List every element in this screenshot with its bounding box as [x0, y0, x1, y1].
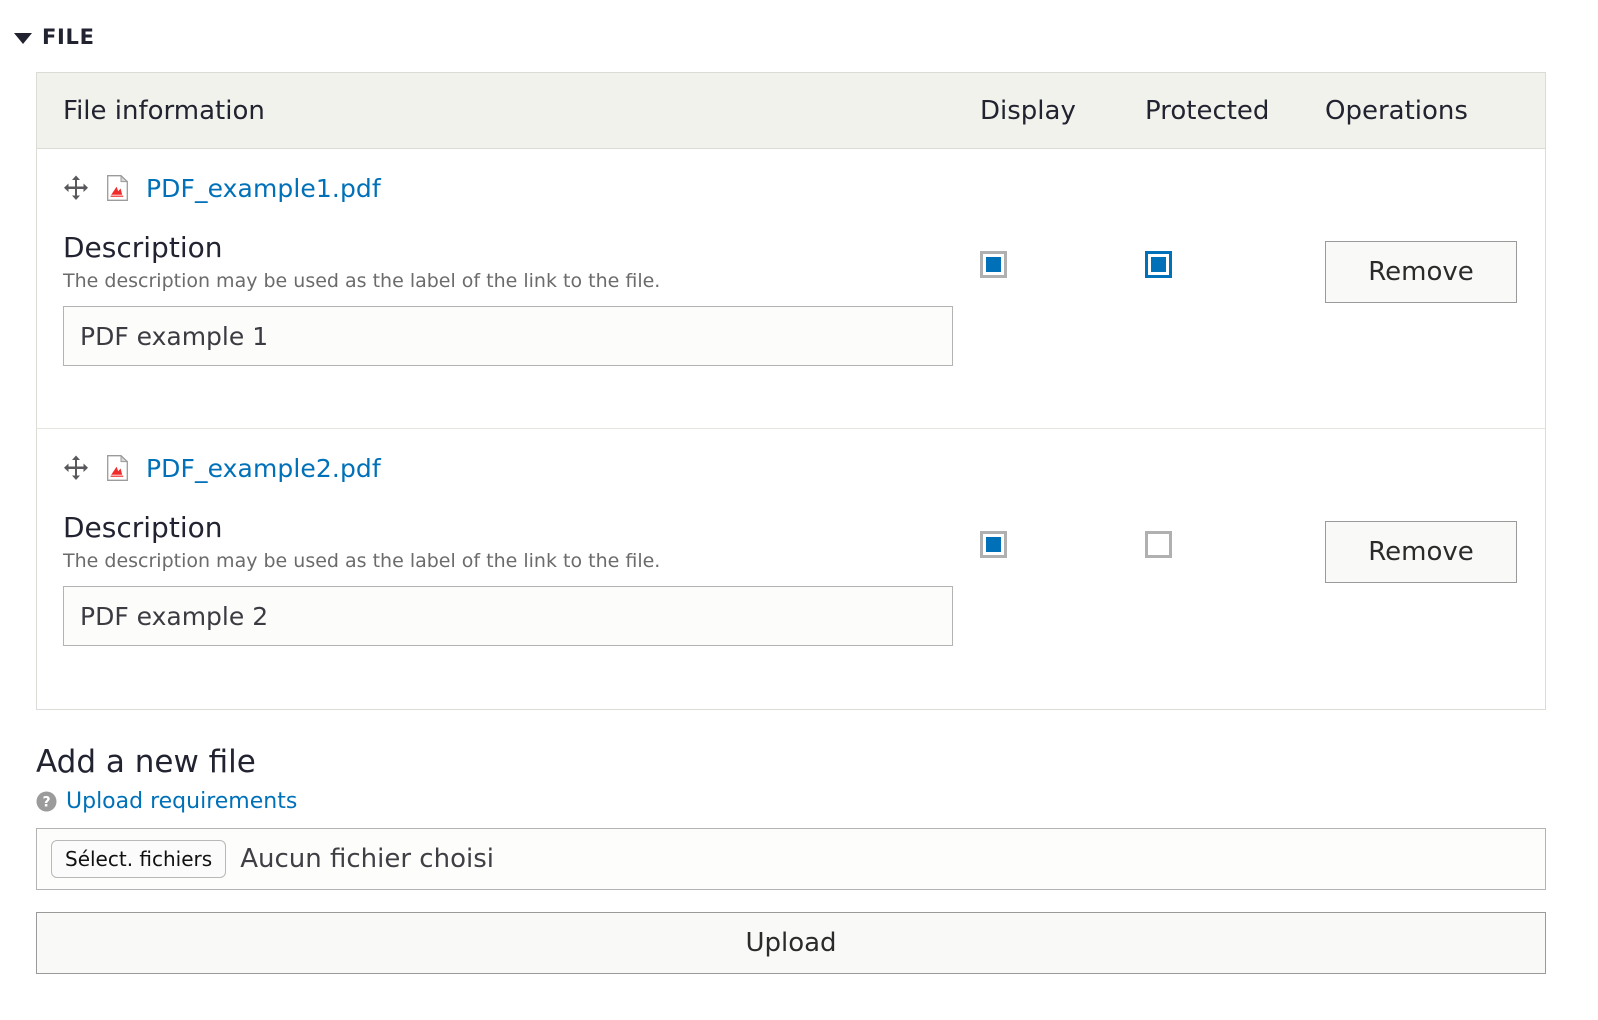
remove-button[interactable]: Remove [1325, 241, 1517, 303]
description-label: Description [63, 511, 223, 544]
drag-move-icon[interactable] [63, 175, 89, 201]
pdf-file-icon [107, 174, 129, 201]
choose-files-button[interactable]: Sélect. fichiers [51, 840, 227, 879]
protected-checkbox-cell [1145, 429, 1325, 558]
svg-text:?: ? [42, 795, 50, 811]
operations-cell: Remove [1325, 149, 1545, 303]
remove-button[interactable]: Remove [1325, 521, 1517, 583]
operations-cell: Remove [1325, 429, 1545, 583]
display-checkbox[interactable] [980, 251, 1007, 278]
fieldset-legend-label: FILE [42, 25, 95, 49]
file-information-cell: PDF_example2.pdf Description The descrip… [37, 429, 980, 672]
column-header-file-information: File information [63, 95, 265, 126]
file-name-line: PDF_example1.pdf [63, 171, 980, 205]
description-input[interactable] [63, 306, 953, 367]
display-checkbox-cell [980, 149, 1145, 278]
file-input-field[interactable]: Sélect. fichiers Aucun fichier choisi [36, 828, 1546, 891]
description-hint: The description may be used as the label… [63, 549, 661, 572]
table-header-row: File information Display Protected Opera… [37, 73, 1545, 149]
file-link[interactable]: PDF_example2.pdf [146, 454, 381, 483]
upload-requirements-row: ? Upload requirements [36, 789, 1598, 814]
column-header-protected: Protected [1145, 95, 1270, 126]
upload-requirements-link[interactable]: Upload requirements [66, 789, 297, 814]
triangle-down-icon[interactable] [14, 33, 32, 44]
file-table: File information Display Protected Opera… [36, 72, 1546, 710]
file-link[interactable]: PDF_example1.pdf [146, 174, 381, 203]
file-field-widget: FILE File information Display Protected … [0, 0, 1598, 1020]
description-input[interactable] [63, 586, 953, 647]
column-header-display: Display [980, 95, 1076, 126]
add-new-file-heading: Add a new file [36, 744, 256, 780]
description-hint: The description may be used as the label… [63, 269, 661, 292]
display-checkbox[interactable] [980, 531, 1007, 558]
drag-move-icon[interactable] [63, 455, 89, 481]
pdf-file-icon [107, 454, 129, 481]
table-row: PDF_example1.pdf Description The descrip… [37, 149, 1545, 429]
description-label: Description [63, 231, 223, 264]
file-information-cell: PDF_example1.pdf Description The descrip… [37, 149, 980, 392]
fieldset-legend-file[interactable]: FILE [0, 0, 1598, 56]
file-name-line: PDF_example2.pdf [63, 451, 980, 485]
question-mark-circle-icon: ? [36, 791, 57, 812]
protected-checkbox[interactable] [1145, 251, 1172, 278]
display-checkbox-cell [980, 429, 1145, 558]
protected-checkbox[interactable] [1145, 531, 1172, 558]
chosen-file-text: Aucun fichier choisi [240, 844, 494, 875]
upload-button[interactable]: Upload [36, 912, 1546, 975]
table-row: PDF_example2.pdf Description The descrip… [37, 429, 1545, 709]
protected-checkbox-cell [1145, 149, 1325, 278]
column-header-operations: Operations [1325, 95, 1468, 126]
